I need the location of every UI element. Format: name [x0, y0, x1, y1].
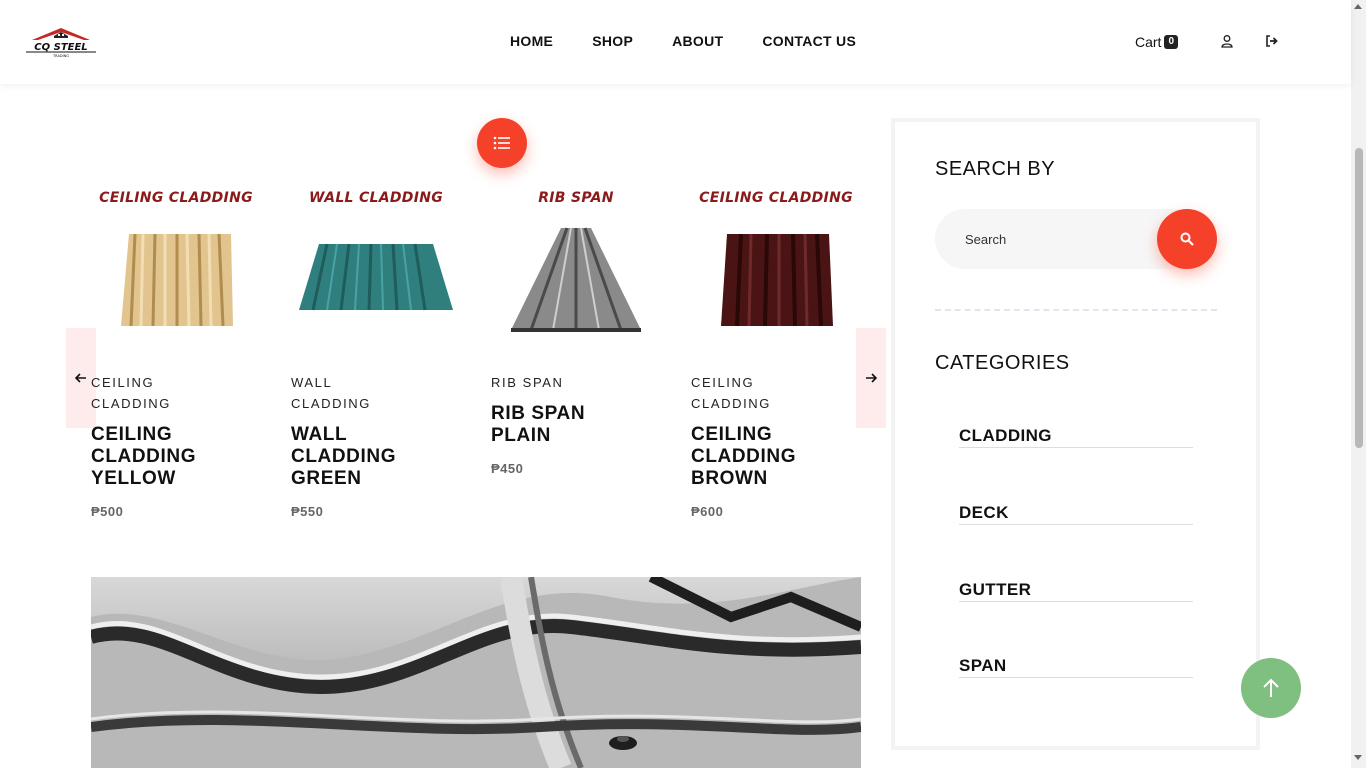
product-category[interactable]: CEILING CLADDING	[691, 372, 811, 414]
arrow-up-icon	[1263, 678, 1279, 697]
category-deck[interactable]: DECK	[959, 503, 1193, 525]
product-price: ₱500	[91, 504, 124, 519]
product-card[interactable]: CEILING CLADDING CEILING CLADDING CEILIN…	[691, 180, 871, 519]
product-image[interactable]: WALL CLADDING	[291, 180, 461, 350]
product-name[interactable]: CEILING CLADDING BROWN	[691, 424, 831, 490]
cart-count-badge: 0	[1164, 35, 1179, 49]
nav-home[interactable]: HOME	[510, 33, 553, 49]
logo[interactable]: CQ STEEL TRADING	[24, 26, 98, 58]
product-category[interactable]: CEILING CLADDING	[91, 372, 211, 414]
product-price: ₱450	[491, 461, 524, 476]
product-name[interactable]: WALL CLADDING GREEN	[291, 424, 431, 490]
product-name[interactable]: CEILING CLADDING YELLOW	[91, 424, 231, 490]
search-input[interactable]	[935, 209, 1155, 269]
arrow-right-icon	[866, 373, 877, 383]
product-name[interactable]: RIB SPAN PLAIN	[491, 403, 631, 447]
sidebar: SEARCH BY CATEGORIES CLADDING DECK GUTTE…	[891, 118, 1260, 750]
list-view-button[interactable]	[477, 118, 527, 168]
main-nav: HOME SHOP ABOUT CONTACT US	[510, 33, 856, 49]
product-price: ₱600	[691, 504, 724, 519]
cart-label: Cart	[1135, 34, 1162, 50]
product-category[interactable]: RIB SPAN	[491, 372, 611, 393]
roofing-banner-image	[91, 577, 861, 768]
nav-shop[interactable]: SHOP	[592, 33, 633, 49]
logo-icon: CQ STEEL TRADING	[26, 28, 96, 58]
site-header: CQ STEEL TRADING HOME SHOP ABOUT CONTACT…	[0, 0, 1351, 84]
scroll-thumb[interactable]	[1355, 148, 1363, 448]
svg-text:CQ STEEL: CQ STEEL	[34, 42, 87, 53]
product-card[interactable]: WALL CLADDING WALL CLADDING WALL CLADDIN…	[291, 180, 471, 519]
nav-contact-us[interactable]: CONTACT US	[762, 33, 856, 49]
search-form	[935, 209, 1217, 269]
nav-about[interactable]: ABOUT	[672, 33, 723, 49]
search-icon	[1180, 232, 1194, 246]
cart-link[interactable]: Cart 0	[1135, 34, 1179, 50]
category-cladding[interactable]: CLADDING	[959, 426, 1193, 448]
scroll-down-arrow-icon[interactable]	[1354, 755, 1362, 760]
categories-heading: CATEGORIES	[935, 352, 1070, 374]
page-scrollbar[interactable]	[1351, 0, 1366, 768]
search-by-heading: SEARCH BY	[935, 158, 1056, 180]
search-button[interactable]	[1157, 209, 1217, 269]
carousel-next-button[interactable]	[856, 328, 886, 428]
scroll-up-arrow-icon[interactable]	[1354, 4, 1362, 9]
product-image[interactable]: RIB SPAN	[491, 180, 661, 350]
arrow-left-icon	[75, 373, 86, 383]
logout-icon[interactable]	[1265, 34, 1279, 48]
product-card[interactable]: RIB SPAN RIB SPAN RIB SPAN PLAIN ₱450	[491, 180, 671, 476]
product-price: ₱550	[291, 504, 324, 519]
divider	[935, 309, 1217, 311]
category-gutter[interactable]: GUTTER	[959, 580, 1193, 602]
svg-text:TRADING: TRADING	[52, 54, 69, 58]
product-image[interactable]: CEILING CLADDING	[91, 180, 261, 350]
product-image[interactable]: CEILING CLADDING	[691, 180, 861, 350]
product-card[interactable]: CEILING CLADDING CEILING CLADDING CEILIN…	[91, 180, 271, 519]
category-span[interactable]: SPAN	[959, 656, 1193, 678]
product-category[interactable]: WALL CLADDING	[291, 372, 411, 414]
user-icon[interactable]	[1220, 34, 1234, 48]
list-icon	[493, 136, 510, 150]
back-to-top-button[interactable]	[1241, 658, 1301, 718]
